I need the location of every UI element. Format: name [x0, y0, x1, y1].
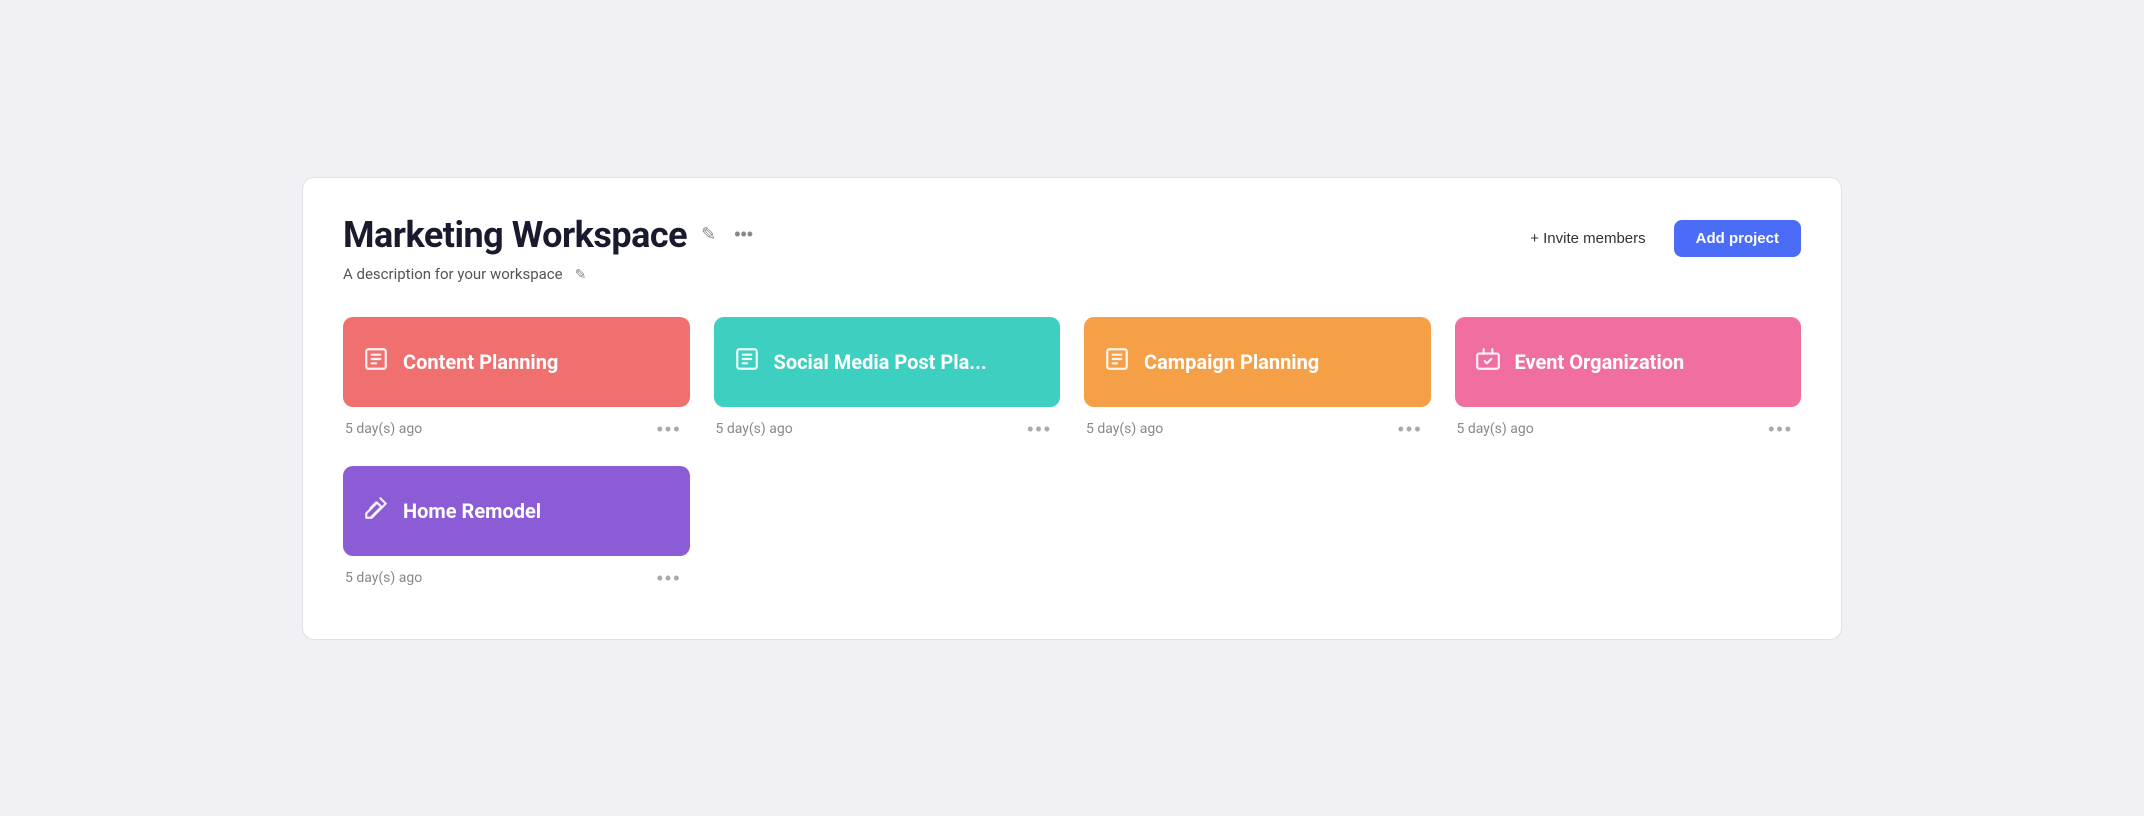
project-time-event-organization: 5 day(s) ago [1457, 421, 1534, 437]
invite-members-button[interactable]: + Invite members [1518, 222, 1657, 255]
project-wrapper-content-planning: Content Planning 5 day(s) ago ••• [343, 317, 690, 442]
project-wrapper-campaign-planning: Campaign Planning 5 day(s) ago ••• [1084, 317, 1431, 442]
project-more-btn-event-organization[interactable]: ••• [1762, 417, 1799, 442]
project-card-event-organization[interactable]: Event Organization [1455, 317, 1802, 407]
project-time-campaign-planning: 5 day(s) ago [1086, 421, 1163, 437]
workspace-container: Marketing Workspace ✎ ••• A description … [302, 177, 1842, 640]
ellipsis-icon: ••• [734, 224, 753, 245]
project-wrapper-social-media: Social Media Post Pla... 5 day(s) ago ••… [714, 317, 1061, 442]
project-icon-social-media [734, 346, 760, 378]
invite-label: + Invite members [1530, 230, 1645, 247]
project-meta-social-media: 5 day(s) ago ••• [714, 417, 1061, 442]
project-title-campaign-planning: Campaign Planning [1144, 350, 1319, 374]
project-wrapper-home-remodel: Home Remodel 5 day(s) ago ••• [343, 466, 690, 591]
project-card-social-media[interactable]: Social Media Post Pla... [714, 317, 1061, 407]
project-meta-home-remodel: 5 day(s) ago ••• [343, 566, 690, 591]
pencil-small-icon: ✎ [575, 266, 587, 283]
project-meta-campaign-planning: 5 day(s) ago ••• [1084, 417, 1431, 442]
projects-grid-row2: Home Remodel 5 day(s) ago ••• [343, 466, 1801, 591]
workspace-header: Marketing Workspace ✎ ••• A description … [343, 214, 1801, 285]
project-meta-content-planning: 5 day(s) ago ••• [343, 417, 690, 442]
project-card-content-planning[interactable]: Content Planning [343, 317, 690, 407]
project-icon-content-planning [363, 346, 389, 378]
project-more-btn-campaign-planning[interactable]: ••• [1392, 417, 1429, 442]
header-right: + Invite members Add project [1518, 220, 1801, 257]
edit-title-button[interactable]: ✎ [697, 222, 720, 247]
project-title-event-organization: Event Organization [1515, 350, 1685, 374]
project-card-home-remodel[interactable]: Home Remodel [343, 466, 690, 556]
project-icon-event-organization [1475, 346, 1501, 378]
header-left: Marketing Workspace ✎ ••• A description … [343, 214, 757, 285]
workspace-description: A description for your workspace [343, 265, 563, 283]
description-row: A description for your workspace ✎ [343, 264, 757, 285]
project-time-content-planning: 5 day(s) ago [345, 421, 422, 437]
project-card-campaign-planning[interactable]: Campaign Planning [1084, 317, 1431, 407]
project-icon-campaign-planning [1104, 346, 1130, 378]
project-time-home-remodel: 5 day(s) ago [345, 570, 422, 586]
project-meta-event-organization: 5 day(s) ago ••• [1455, 417, 1802, 442]
project-wrapper-event-organization: Event Organization 5 day(s) ago ••• [1455, 317, 1802, 442]
add-project-label: Add project [1696, 230, 1779, 247]
pencil-icon: ✎ [701, 224, 716, 245]
project-title-home-remodel: Home Remodel [403, 499, 541, 523]
project-more-btn-home-remodel[interactable]: ••• [651, 566, 688, 591]
more-options-button[interactable]: ••• [730, 222, 757, 247]
add-project-button[interactable]: Add project [1674, 220, 1801, 257]
project-title-content-planning: Content Planning [403, 350, 558, 374]
workspace-title: Marketing Workspace [343, 214, 687, 256]
project-more-btn-social-media[interactable]: ••• [1021, 417, 1058, 442]
project-title-social-media: Social Media Post Pla... [774, 350, 987, 374]
project-time-social-media: 5 day(s) ago [716, 421, 793, 437]
project-icon-home-remodel [363, 495, 389, 527]
title-row: Marketing Workspace ✎ ••• [343, 214, 757, 256]
project-more-btn-content-planning[interactable]: ••• [651, 417, 688, 442]
projects-grid-row1: Content Planning 5 day(s) ago ••• Social… [343, 317, 1801, 442]
edit-description-button[interactable]: ✎ [571, 264, 591, 285]
